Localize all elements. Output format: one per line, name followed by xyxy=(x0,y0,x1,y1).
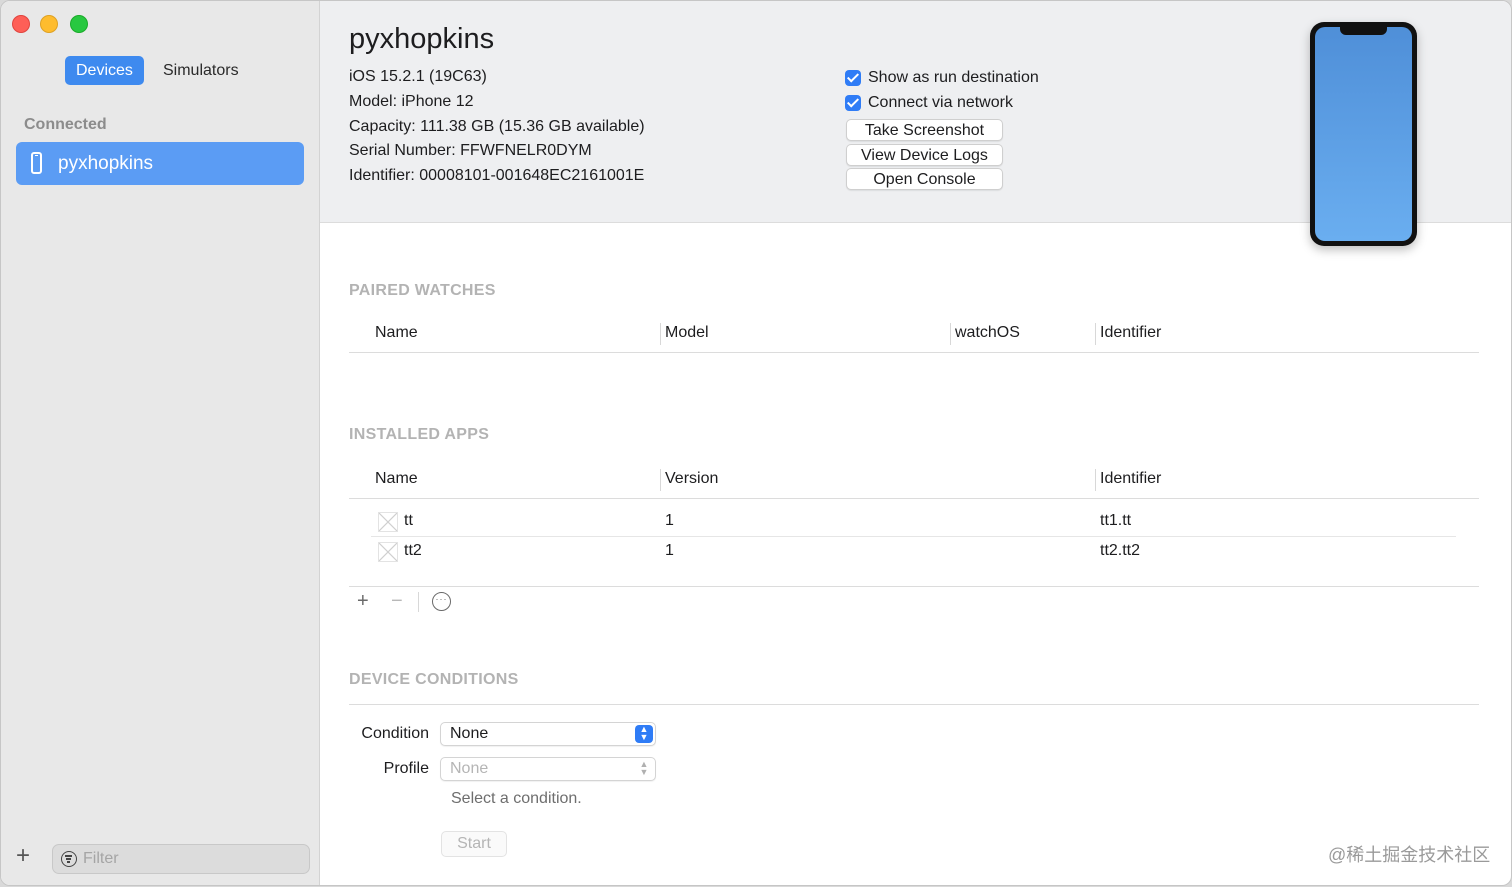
app-placeholder-icon xyxy=(378,542,398,562)
show-run-destination-label: Show as run destination xyxy=(868,69,1039,86)
tab-devices[interactable]: Devices xyxy=(65,56,144,85)
device-serial: Serial Number: FFWFNELR0DYM xyxy=(349,142,592,159)
take-screenshot-button[interactable]: Take Screenshot xyxy=(846,119,1003,141)
watches-col-identifier[interactable]: Identifier xyxy=(1100,324,1161,342)
profile-value: None xyxy=(450,760,489,777)
condition-hint: Select a condition. xyxy=(451,790,582,807)
sidebar-device-label: pyxhopkins xyxy=(58,153,154,174)
remove-app-button[interactable]: − xyxy=(391,591,403,611)
zoom-window-button[interactable] xyxy=(70,15,88,33)
select-stepper-icon: ▲ ▼ xyxy=(635,725,653,743)
profile-select: None ▲ ▼ xyxy=(440,757,656,781)
open-console-button[interactable]: Open Console xyxy=(846,168,1003,190)
device-identifier: Identifier: 00008101-001648EC2161001E xyxy=(349,167,645,184)
close-window-button[interactable] xyxy=(12,15,30,33)
show-run-destination-option[interactable]: Show as run destination xyxy=(845,69,1039,87)
app-name: tt xyxy=(404,512,413,529)
start-button: Start xyxy=(441,831,507,857)
device-conditions-title: DEVICE CONDITIONS xyxy=(349,671,519,688)
iphone-icon xyxy=(31,152,42,174)
device-model: Model: iPhone 12 xyxy=(349,93,474,110)
app-identifier: tt2.tt2 xyxy=(1100,542,1141,559)
watches-col-watchos[interactable]: watchOS xyxy=(955,324,1020,342)
sidebar: Devices Simulators Connected pyxhopkins … xyxy=(1,1,320,885)
connect-network-label: Connect via network xyxy=(868,94,1013,111)
device-image xyxy=(1310,22,1417,246)
app-placeholder-icon xyxy=(378,512,398,532)
app-version: 1 xyxy=(665,542,674,559)
apps-col-version[interactable]: Version xyxy=(665,470,718,488)
more-options-icon[interactable]: ··· xyxy=(432,592,451,611)
apps-col-identifier[interactable]: Identifier xyxy=(1100,470,1161,488)
device-header: pyxhopkins iOS 15.2.1 (19C63) Model: iPh… xyxy=(320,1,1511,246)
app-name: tt2 xyxy=(404,542,422,559)
app-identifier: tt1.tt xyxy=(1100,512,1132,529)
app-version: 1 xyxy=(665,512,674,529)
sidebar-device-item[interactable]: pyxhopkins xyxy=(16,142,304,185)
minimize-window-button[interactable] xyxy=(40,15,58,33)
show-run-destination-checkbox[interactable] xyxy=(845,70,861,86)
device-capacity: Capacity: 111.38 GB (15.36 GB available) xyxy=(349,118,645,135)
connected-section-label: Connected xyxy=(24,116,107,133)
filter-input[interactable] xyxy=(83,849,293,869)
add-device-button[interactable]: + xyxy=(16,844,30,868)
watches-col-model[interactable]: Model xyxy=(665,324,709,342)
apps-col-name[interactable]: Name xyxy=(375,470,418,488)
view-device-logs-button[interactable]: View Device Logs xyxy=(846,144,1003,166)
condition-select[interactable]: None ▲ ▼ xyxy=(440,722,656,746)
installed-apps-title: INSTALLED APPS xyxy=(349,426,490,443)
condition-label: Condition xyxy=(361,725,429,742)
watermark: @稀土掘金技术社区 xyxy=(1328,845,1491,865)
device-os-version: iOS 15.2.1 (19C63) xyxy=(349,68,487,85)
tab-simulators[interactable]: Simulators xyxy=(152,56,250,85)
device-title: pyxhopkins xyxy=(349,23,495,55)
paired-watches-title: PAIRED WATCHES xyxy=(349,282,496,299)
watches-col-name[interactable]: Name xyxy=(375,324,418,342)
profile-label: Profile xyxy=(383,760,429,777)
devices-window: Devices Simulators Connected pyxhopkins … xyxy=(0,0,1512,886)
select-stepper-icon: ▲ ▼ xyxy=(639,759,649,777)
connect-network-checkbox[interactable] xyxy=(845,95,861,111)
connect-network-option[interactable]: Connect via network xyxy=(845,94,1013,112)
filter-icon xyxy=(61,851,77,867)
filter-field[interactable] xyxy=(52,844,310,874)
condition-value: None xyxy=(450,725,489,742)
add-app-button[interactable]: + xyxy=(357,591,369,611)
